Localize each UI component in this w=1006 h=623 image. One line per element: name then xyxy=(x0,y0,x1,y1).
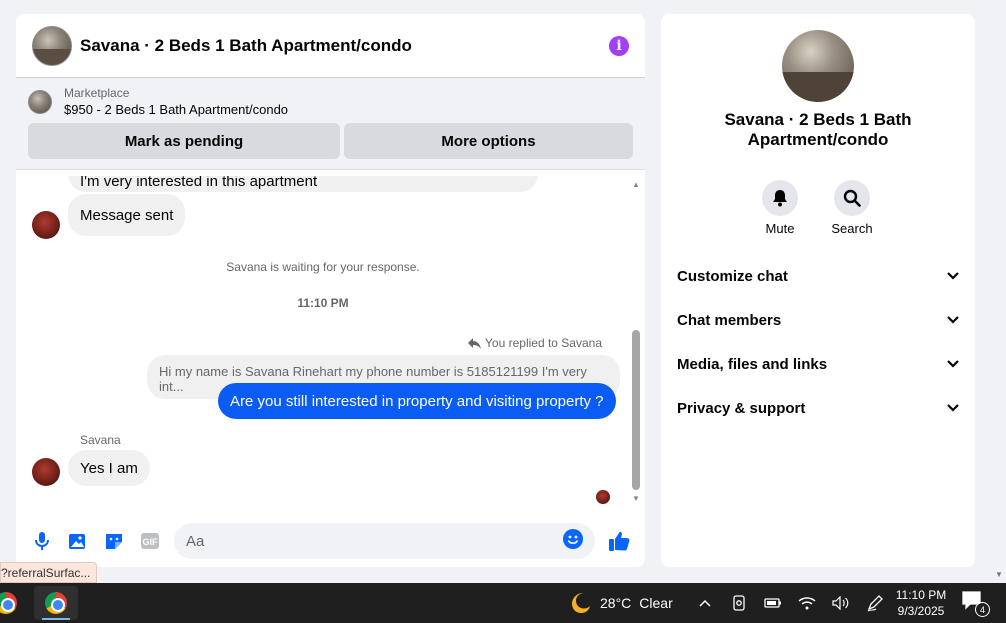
section-label: Privacy & support xyxy=(677,399,806,417)
notification-count: 4 xyxy=(975,602,990,617)
section-label: Media, files and links xyxy=(677,355,828,373)
composer: GIF xyxy=(16,515,645,567)
scroll-thumb[interactable] xyxy=(632,330,640,490)
pen-icon[interactable] xyxy=(865,593,885,613)
seen-indicator xyxy=(596,490,610,504)
waiting-notice: Savana is waiting for your response. xyxy=(226,260,420,274)
reply-icon xyxy=(468,337,482,349)
sticker-icon[interactable] xyxy=(96,523,132,559)
message-sent-bubble[interactable]: Message sent xyxy=(68,194,186,236)
wifi-icon[interactable] xyxy=(797,593,817,613)
chat-window: Savana · 2 Beds 1 Bath Apartment/condo i… xyxy=(16,14,645,567)
section-label: Customize chat xyxy=(677,267,788,285)
message-input-box[interactable] xyxy=(174,523,595,559)
marketplace-label: Marketplace xyxy=(64,86,130,100)
moon-icon xyxy=(572,593,590,613)
mute-label: Mute xyxy=(765,221,795,236)
page-scroll-down-arrow[interactable]: ▼ xyxy=(995,570,1003,579)
reply-bubble[interactable]: Yes I am xyxy=(68,450,150,486)
mark-as-pending-button[interactable]: Mark as pending xyxy=(28,123,340,159)
chat-header: Savana · 2 Beds 1 Bath Apartment/condo i xyxy=(16,14,645,78)
scroll-up-arrow[interactable]: ▲ xyxy=(632,180,640,189)
chrome-app-active[interactable] xyxy=(34,586,78,620)
listing-avatar[interactable] xyxy=(32,25,72,66)
mute-action[interactable]: Mute xyxy=(750,180,810,236)
marketplace-bar: Marketplace $950 - 2 Beds 1 Bath Apartme… xyxy=(16,78,645,170)
contact-avatar[interactable] xyxy=(32,458,60,486)
clock[interactable]: 11:10 PM 9/3/2025 xyxy=(890,587,952,619)
gif-icon[interactable]: GIF xyxy=(132,523,168,559)
chevron-down-icon xyxy=(947,360,959,368)
info-icon[interactable]: i xyxy=(609,35,629,56)
bell-icon[interactable] xyxy=(762,180,798,216)
like-icon[interactable] xyxy=(601,523,637,559)
system-tray xyxy=(695,583,885,623)
notification-icon[interactable]: 4 xyxy=(962,591,990,617)
microphone-icon[interactable] xyxy=(24,523,60,559)
outgoing-message[interactable]: Are you still interested in property and… xyxy=(218,383,616,419)
chrome-icon xyxy=(45,592,67,614)
chrome-icon xyxy=(0,592,17,614)
link-status-tooltip: ?referralSurfac... xyxy=(0,562,98,583)
listing-title[interactable]: $950 - 2 Beds 1 Bath Apartment/condo xyxy=(64,102,288,117)
chevron-down-icon xyxy=(947,316,959,324)
section-label: Chat members xyxy=(677,311,782,329)
clock-date: 9/3/2025 xyxy=(897,604,945,618)
more-options-button[interactable]: More options xyxy=(344,123,633,159)
partial-message: I'm very interested in this apartment xyxy=(68,176,538,192)
search-action[interactable]: Search xyxy=(822,180,882,236)
search-icon[interactable] xyxy=(834,180,870,216)
listing-thumbnail[interactable] xyxy=(28,89,52,114)
volume-icon[interactable] xyxy=(831,593,851,613)
weather-widget[interactable]: 28°C Clear xyxy=(568,583,673,623)
scroll-down-arrow[interactable]: ▼ xyxy=(632,494,640,503)
taskbar: 28°C Clear 11:10 PM 9/3/2025 4 xyxy=(0,583,1006,623)
chevron-down-icon xyxy=(947,272,959,280)
clock-time: 11:10 PM xyxy=(895,588,947,602)
chrome-profile-app[interactable] xyxy=(0,586,28,620)
media-files-section[interactable]: Media, files and links xyxy=(677,350,959,378)
temperature: 28°C xyxy=(600,595,632,611)
replied-notice: You replied to Savana xyxy=(468,336,602,350)
replied-label: You replied to Savana xyxy=(485,336,602,350)
message-input[interactable] xyxy=(186,532,563,550)
message-scrollbar[interactable]: ▲ ▼ xyxy=(631,176,641,506)
chat-members-section[interactable]: Chat members xyxy=(677,306,959,334)
customize-chat-section[interactable]: Customize chat xyxy=(677,262,959,290)
message-timestamp: 11:10 PM xyxy=(297,296,349,310)
svg-text:GIF: GIF xyxy=(143,537,159,547)
battery-icon[interactable] xyxy=(763,593,783,613)
sender-name: Savana xyxy=(80,433,121,447)
listing-photo[interactable] xyxy=(782,30,854,102)
search-label: Search xyxy=(831,221,873,236)
chat-info-panel: Savana · 2 Beds 1 Bath Apartment/condo M… xyxy=(661,14,975,567)
chevron-up-icon[interactable] xyxy=(695,593,715,613)
message-list: I'm very interested in this apartment Me… xyxy=(16,176,630,516)
chevron-down-icon xyxy=(947,404,959,412)
page-scrollbar[interactable]: ▼ xyxy=(992,0,1006,583)
info-title: Savana · 2 Beds 1 Bath Apartment/condo xyxy=(724,110,912,149)
privacy-support-section[interactable]: Privacy & support xyxy=(677,394,959,422)
meet-now-icon[interactable] xyxy=(729,593,749,613)
contact-avatar[interactable] xyxy=(32,211,60,239)
photo-icon[interactable] xyxy=(60,523,96,559)
chat-title[interactable]: Savana · 2 Beds 1 Bath Apartment/condo xyxy=(80,36,609,56)
emoji-icon[interactable] xyxy=(563,528,583,554)
weather-condition: Clear xyxy=(639,595,673,611)
